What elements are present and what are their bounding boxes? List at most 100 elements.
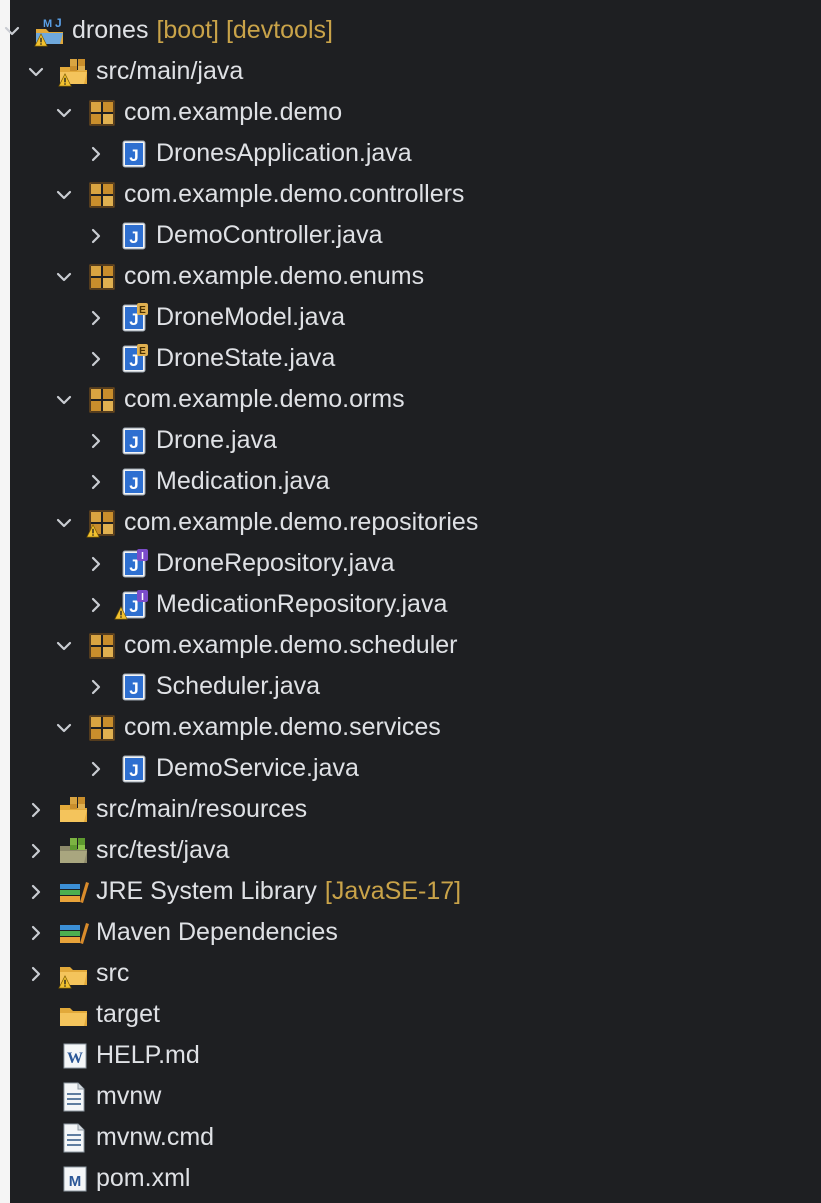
library-decoration: [JavaSE-17] [324, 877, 462, 905]
chevron-right-icon[interactable] [24, 962, 48, 986]
chevron-right-icon[interactable] [84, 142, 108, 166]
svg-text:J: J [55, 16, 62, 30]
tree-item-source-folder[interactable]: src/main/resources [0, 789, 821, 830]
chevron-down-icon[interactable] [52, 183, 76, 207]
tree-item-label: src [96, 959, 130, 987]
package-warning-icon [86, 507, 118, 539]
java-class-icon [118, 425, 150, 457]
tree-item-package[interactable]: com.example.demo.enums [0, 256, 821, 297]
package-icon [86, 712, 118, 744]
chevron-right-icon[interactable] [24, 921, 48, 945]
tree-item-folder[interactable]: src [0, 953, 821, 994]
tree-item-package[interactable]: com.example.demo [0, 92, 821, 133]
tree-item-file[interactable]: M pom.xml [0, 1158, 821, 1199]
svg-text:E: E [139, 346, 146, 357]
tree-item-package[interactable]: com.example.demo.orms [0, 379, 821, 420]
chevron-right-icon[interactable] [84, 306, 108, 330]
svg-text:E: E [139, 305, 146, 316]
chevron-down-icon[interactable] [52, 634, 76, 658]
tree-item-label: DemoController.java [156, 221, 383, 249]
tree-item-java-file[interactable]: E DroneState.java [0, 338, 821, 379]
tree-item-java-file[interactable]: I DroneRepository.java [0, 543, 821, 584]
tree-item-java-file[interactable]: E DroneModel.java [0, 297, 821, 338]
java-class-icon [118, 138, 150, 170]
tree-item-label: pom.xml [96, 1164, 191, 1192]
tree-item-label: Medication.java [156, 467, 330, 495]
chevron-right-icon[interactable] [84, 470, 108, 494]
tree-item-java-file[interactable]: Scheduler.java [0, 666, 821, 707]
chevron-down-icon[interactable] [52, 265, 76, 289]
tree-item-java-file[interactable]: Drone.java [0, 420, 821, 461]
tree-item-label: src/main/java [96, 57, 244, 85]
java-class-icon [118, 671, 150, 703]
tree-item-package[interactable]: com.example.demo.scheduler [0, 625, 821, 666]
chevron-right-icon[interactable] [24, 880, 48, 904]
folder-icon [58, 999, 90, 1031]
chevron-right-icon[interactable] [84, 552, 108, 576]
tree-item-library[interactable]: JRE System Library [JavaSE-17] [0, 871, 821, 912]
package-icon [86, 179, 118, 211]
java-class-icon [118, 466, 150, 498]
chevron-right-icon[interactable] [84, 675, 108, 699]
chevron-down-icon[interactable] [52, 511, 76, 535]
tree-item-package[interactable]: com.example.demo.services [0, 707, 821, 748]
svg-text:I: I [141, 551, 144, 562]
tree-item-label: com.example.demo.scheduler [124, 631, 458, 659]
chevron-right-icon[interactable] [84, 224, 108, 248]
tree-item-source-folder[interactable]: src/test/java [0, 830, 821, 871]
chevron-down-icon[interactable] [0, 19, 24, 43]
tree-item-label: mvnw.cmd [96, 1123, 215, 1151]
chevron-down-icon[interactable] [24, 60, 48, 84]
chevron-right-icon[interactable] [24, 798, 48, 822]
tree-item-library[interactable]: Maven Dependencies [0, 912, 821, 953]
tree-item-java-file[interactable]: DemoController.java [0, 215, 821, 256]
tree-item-label: DroneRepository.java [156, 549, 395, 577]
tree-item-label: com.example.demo [124, 98, 343, 126]
project-decorations: [boot] [devtools] [156, 16, 333, 44]
tree-item-file[interactable]: mvnw [0, 1076, 821, 1117]
tree-item-java-file[interactable]: Medication.java [0, 461, 821, 502]
java-interface-icon: I [118, 548, 150, 580]
tree-item-label: com.example.demo.controllers [124, 180, 465, 208]
tree-item-file[interactable]: mvnw.cmd [0, 1117, 821, 1158]
tree-item-src-main-java[interactable]: src/main/java [0, 51, 821, 92]
tree-item-java-file[interactable]: DemoService.java [0, 748, 821, 789]
tree-item-label: target [96, 1000, 160, 1028]
word-document-icon: W [58, 1040, 90, 1072]
tree-item-package[interactable]: com.example.demo.controllers [0, 174, 821, 215]
tree-item-project[interactable]: M J drones [boot] [devtools] [0, 10, 821, 51]
text-file-icon [58, 1081, 90, 1113]
chevron-down-icon[interactable] [52, 101, 76, 125]
tree-item-folder[interactable]: target [0, 994, 821, 1035]
package-icon [86, 630, 118, 662]
tree-item-label: src/main/resources [96, 795, 308, 823]
package-explorer-tree: M J drones [boot] [devtools] src/main/ja… [0, 0, 821, 1203]
chevron-right-icon[interactable] [84, 757, 108, 781]
tree-item-label: Maven Dependencies [96, 918, 338, 946]
project-name: drones [72, 16, 149, 44]
svg-text:M: M [43, 18, 52, 30]
library-icon [58, 917, 90, 949]
svg-text:I: I [141, 592, 144, 603]
package-icon [86, 384, 118, 416]
text-file-icon [58, 1122, 90, 1154]
tree-item-label: Scheduler.java [156, 672, 321, 700]
tree-item-label: Drone.java [156, 426, 277, 454]
tree-item-java-file[interactable]: DronesApplication.java [0, 133, 821, 174]
java-interface-warning-icon: I [114, 589, 150, 621]
tree-item-java-file[interactable]: I MedicationRepository.java [0, 584, 821, 625]
chevron-right-icon[interactable] [84, 593, 108, 617]
tree-item-package[interactable]: com.example.demo.repositories [0, 502, 821, 543]
tree-item-file[interactable]: W HELP.md [0, 1035, 821, 1076]
svg-text:W: W [67, 1050, 83, 1067]
chevron-down-icon[interactable] [52, 716, 76, 740]
chevron-right-icon[interactable] [84, 429, 108, 453]
tree-item-label: DemoService.java [156, 754, 359, 782]
chevron-right-icon[interactable] [84, 347, 108, 371]
java-class-icon [118, 753, 150, 785]
source-folder-icon [58, 794, 90, 826]
tree-item-label: mvnw [96, 1082, 162, 1110]
tree-item-label: com.example.demo.enums [124, 262, 425, 290]
chevron-down-icon[interactable] [52, 388, 76, 412]
chevron-right-icon[interactable] [24, 839, 48, 863]
